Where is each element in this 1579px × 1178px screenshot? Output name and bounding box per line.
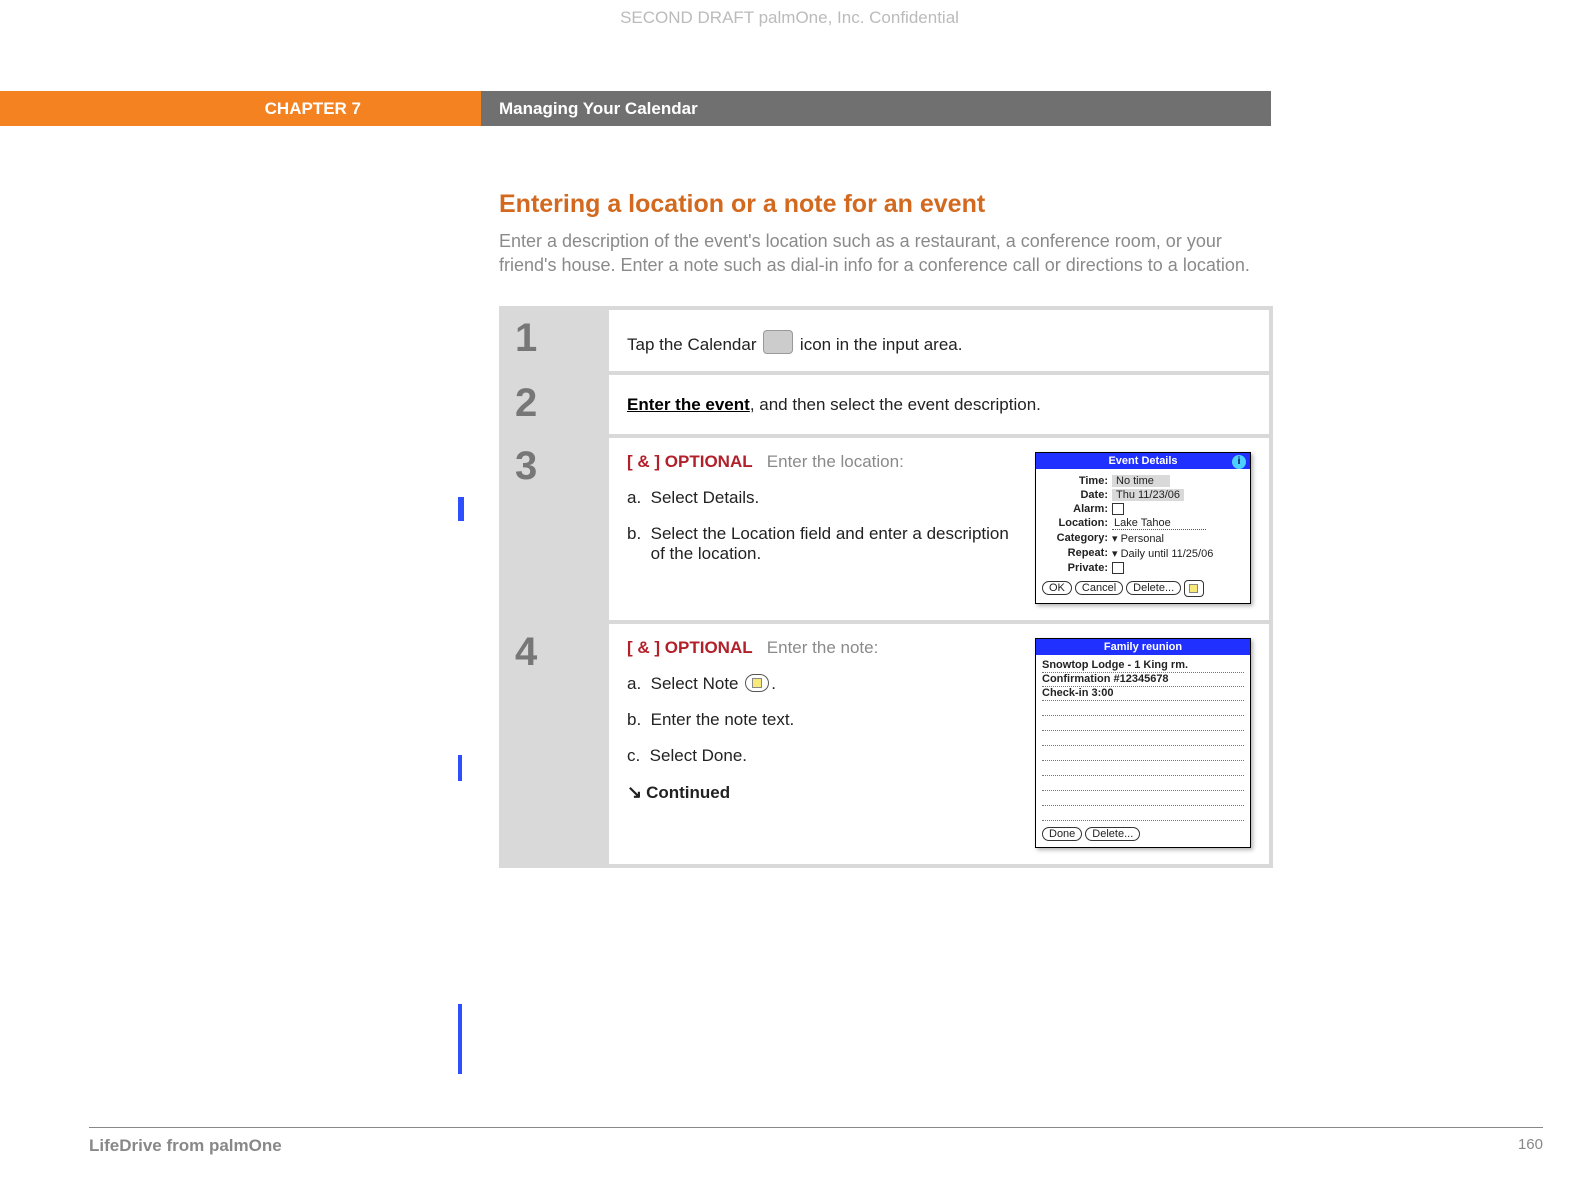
step-text: Tap the Calendar: [627, 335, 761, 354]
delete-button[interactable]: Delete...: [1085, 827, 1140, 841]
info-icon[interactable]: i: [1232, 455, 1246, 469]
substep-text: Enter the note text.: [651, 710, 795, 729]
step-number: 4: [503, 624, 609, 865]
palm-title: Family reunion: [1104, 641, 1182, 653]
enter-event-link[interactable]: Enter the event: [627, 395, 750, 414]
note-empty-line[interactable]: [1042, 791, 1244, 806]
step-number: 2: [503, 375, 609, 434]
chapter-bar: CHAPTER 7 Managing Your Calendar: [0, 91, 1271, 126]
change-mark: [458, 755, 462, 781]
field-label: Alarm:: [1042, 503, 1112, 515]
page-footer: LifeDrive from palmOne 160: [89, 1127, 1543, 1156]
done-button[interactable]: Done: [1042, 827, 1082, 841]
change-mark: [458, 1004, 462, 1074]
note-line[interactable]: Snowtop Lodge - 1 King rm.: [1042, 659, 1244, 673]
note-line[interactable]: Check-in 3:00: [1042, 687, 1244, 701]
repeat-dropdown[interactable]: ▾ Daily until 11/25/06: [1112, 547, 1213, 560]
chapter-label: CHAPTER 7: [0, 91, 481, 126]
watermark-text: SECOND DRAFT palmOne, Inc. Confidential: [0, 8, 1579, 28]
note-empty-line[interactable]: [1042, 746, 1244, 761]
optional-tag: [ & ] OPTIONAL: [627, 452, 753, 471]
field-label: Date:: [1042, 489, 1112, 501]
event-details-screenshot: Event Details i Time:No time Date:Thu 11/…: [1035, 452, 1251, 604]
step-text: icon in the input area.: [795, 335, 962, 354]
chapter-title: Managing Your Calendar: [481, 91, 1271, 126]
field-label: Repeat:: [1042, 547, 1112, 559]
note-entry-screenshot: Family reunion Snowtop Lodge - 1 King rm…: [1035, 638, 1251, 849]
step-lead: Enter the location:: [767, 452, 904, 471]
step-number: 3: [503, 438, 609, 620]
field-label: Location:: [1042, 517, 1112, 529]
section-title: Entering a location or a note for an eve…: [499, 190, 1269, 219]
alarm-checkbox[interactable]: [1112, 503, 1124, 515]
date-field[interactable]: Thu 11/23/06: [1112, 489, 1184, 501]
field-label: Time:: [1042, 475, 1112, 487]
step-text: , and then select the event description.: [750, 395, 1041, 414]
step-number: 1: [503, 310, 609, 371]
note-line[interactable]: Confirmation #12345678: [1042, 673, 1244, 687]
category-dropdown[interactable]: ▾ Personal: [1112, 532, 1164, 545]
step-2: 2 Enter the event, and then select the e…: [503, 375, 1269, 434]
ok-button[interactable]: OK: [1042, 581, 1072, 595]
steps-container: 1 Tap the Calendar icon in the input are…: [499, 306, 1273, 869]
substep-text: Select Note: [651, 674, 744, 693]
note-icon: [745, 674, 769, 692]
calendar-icon: [763, 330, 793, 354]
step-1: 1 Tap the Calendar icon in the input are…: [503, 310, 1269, 371]
optional-tag: [ & ] OPTIONAL: [627, 638, 753, 657]
continued-label: Continued: [646, 783, 730, 802]
location-field[interactable]: Lake Tahoe: [1112, 517, 1206, 530]
note-button[interactable]: [1184, 580, 1204, 597]
delete-button[interactable]: Delete...: [1126, 581, 1181, 595]
substep-text: Select the Location field and enter a de…: [651, 524, 1015, 564]
section-intro: Enter a description of the event's locat…: [499, 229, 1269, 278]
page-number: 160: [1518, 1136, 1543, 1156]
continued-arrow-icon: ↘: [627, 782, 642, 802]
note-empty-line[interactable]: [1042, 776, 1244, 791]
note-empty-line[interactable]: [1042, 701, 1244, 716]
note-empty-line[interactable]: [1042, 716, 1244, 731]
product-name: LifeDrive from palmOne: [89, 1136, 282, 1156]
step-3: 3 [ & ] OPTIONAL Enter the location: a. …: [503, 438, 1269, 620]
change-mark: [458, 497, 464, 521]
note-empty-line[interactable]: [1042, 731, 1244, 746]
private-checkbox[interactable]: [1112, 562, 1124, 574]
note-empty-line[interactable]: [1042, 761, 1244, 776]
step-lead: Enter the note:: [767, 638, 879, 657]
step-4: 4 [ & ] OPTIONAL Enter the note: a. Sele…: [503, 624, 1269, 865]
substep-text: Select Details.: [651, 488, 760, 507]
substep-text: Select Done.: [650, 746, 747, 765]
time-field[interactable]: No time: [1112, 475, 1170, 487]
field-label: Category:: [1042, 532, 1112, 544]
palm-title: Event Details: [1108, 455, 1177, 467]
field-label: Private:: [1042, 562, 1112, 574]
note-empty-line[interactable]: [1042, 806, 1244, 821]
cancel-button[interactable]: Cancel: [1075, 581, 1123, 595]
